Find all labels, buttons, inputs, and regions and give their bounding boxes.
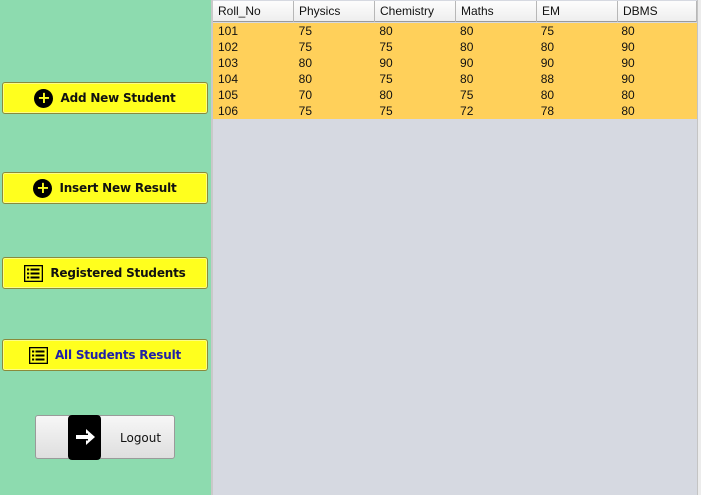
table-cell[interactable]: 80 <box>616 103 697 119</box>
table-cell[interactable]: 80 <box>536 87 617 103</box>
column-header-chemistry[interactable]: Chemistry <box>375 1 456 22</box>
sidebar: + Add New Student + Insert New Result Re… <box>0 0 211 495</box>
table-cell[interactable]: 80 <box>536 39 617 55</box>
registered-students-button[interactable]: Registered Students <box>2 257 208 289</box>
all-students-result-button[interactable]: All Students Result <box>2 339 208 371</box>
table-cell[interactable]: 90 <box>455 55 536 71</box>
table-cell[interactable]: 75 <box>374 103 455 119</box>
table-cell[interactable]: 103 <box>213 55 294 71</box>
table-cell[interactable]: 80 <box>294 71 375 87</box>
table-row[interactable]: 103 80 90 90 90 90 <box>213 55 697 71</box>
table-cell[interactable]: 78 <box>536 103 617 119</box>
list-icon <box>28 346 48 364</box>
table-cell[interactable]: 75 <box>294 39 375 55</box>
insert-new-result-label: Insert New Result <box>59 181 177 195</box>
table-cell[interactable]: 80 <box>616 87 697 103</box>
table-row[interactable]: 101 75 80 80 75 80 <box>213 23 697 39</box>
table-cell[interactable]: 80 <box>616 23 697 39</box>
table-cell[interactable]: 105 <box>213 87 294 103</box>
all-students-result-label: All Students Result <box>54 348 182 362</box>
add-new-student-button[interactable]: + Add New Student <box>2 82 208 114</box>
registered-students-label: Registered Students <box>50 266 186 280</box>
table-cell[interactable]: 75 <box>536 23 617 39</box>
table-cell[interactable]: 75 <box>294 103 375 119</box>
table-cell[interactable]: 80 <box>455 71 536 87</box>
table-cell[interactable]: 75 <box>374 71 455 87</box>
list-icon <box>24 264 44 282</box>
table-cell[interactable]: 80 <box>455 23 536 39</box>
column-header-maths[interactable]: Maths <box>456 1 537 22</box>
logout-button[interactable]: Logout <box>35 415 175 460</box>
table-row[interactable]: 102 75 75 80 80 90 <box>213 39 697 55</box>
table-cell[interactable]: 90 <box>536 55 617 71</box>
table-cell[interactable]: 80 <box>374 87 455 103</box>
table-row[interactable]: 106 75 75 72 78 80 <box>213 103 697 119</box>
table-row[interactable]: 105 70 80 75 80 80 <box>213 87 697 103</box>
table-cell[interactable]: 75 <box>294 23 375 39</box>
plus-circle-icon: + <box>34 88 54 108</box>
table-cell[interactable]: 72 <box>455 103 536 119</box>
logout-label: Logout <box>120 431 162 445</box>
table-body: 101 75 80 80 75 80 102 75 75 80 80 90 103 80 90 90 90 90 1… <box>213 23 697 119</box>
table-row[interactable]: 104 80 75 80 88 90 <box>213 71 697 87</box>
table-cell[interactable]: 90 <box>616 55 697 71</box>
table-cell[interactable]: 80 <box>294 55 375 71</box>
table-cell[interactable]: 75 <box>455 87 536 103</box>
table-cell[interactable]: 88 <box>536 71 617 87</box>
column-header-dbms[interactable]: DBMS <box>618 1 697 22</box>
table-cell[interactable]: 70 <box>294 87 375 103</box>
table-cell[interactable]: 104 <box>213 71 294 87</box>
table-cell[interactable]: 90 <box>616 39 697 55</box>
table-header: Roll_No Physics Chemistry Maths EM DBMS <box>213 1 697 22</box>
table-cell[interactable]: 106 <box>213 103 294 119</box>
logout-arrow-icon <box>68 415 101 460</box>
column-header-em[interactable]: EM <box>537 1 618 22</box>
column-header-roll-no[interactable]: Roll_No <box>213 1 294 22</box>
table-cell[interactable]: 102 <box>213 39 294 55</box>
table-cell[interactable]: 80 <box>374 23 455 39</box>
results-table[interactable]: Roll_No Physics Chemistry Maths EM DBMS … <box>213 0 698 495</box>
add-new-student-label: Add New Student <box>60 91 176 105</box>
table-cell[interactable]: 101 <box>213 23 294 39</box>
plus-circle-icon: + <box>33 178 53 198</box>
table-cell[interactable]: 90 <box>616 71 697 87</box>
table-cell[interactable]: 75 <box>374 39 455 55</box>
table-cell[interactable]: 90 <box>374 55 455 71</box>
table-cell[interactable]: 80 <box>455 39 536 55</box>
column-header-physics[interactable]: Physics <box>294 1 375 22</box>
insert-new-result-button[interactable]: + Insert New Result <box>2 172 208 204</box>
